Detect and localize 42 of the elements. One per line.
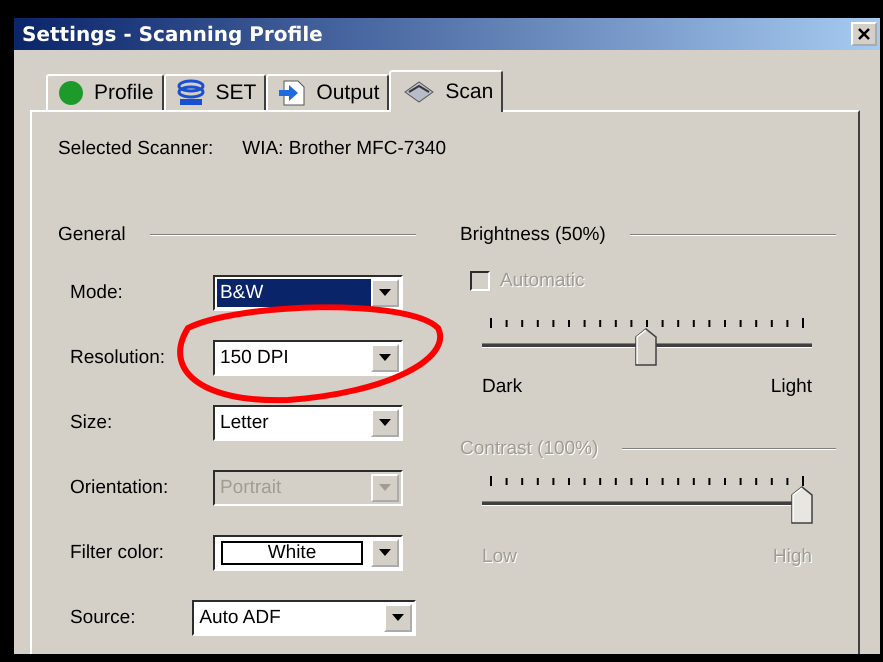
group-title: General xyxy=(58,224,126,246)
scanner-icon xyxy=(403,80,436,104)
dropdown[interactable]: White xyxy=(213,534,403,570)
field-label: Orientation: xyxy=(70,476,170,498)
caret-icon xyxy=(379,484,391,491)
caret-icon xyxy=(392,614,404,621)
close-icon xyxy=(857,27,871,41)
dropdown-value: B&W xyxy=(217,278,371,306)
dropdown[interactable]: Auto ADF xyxy=(192,600,416,636)
window-title: Settings - Scanning Profile xyxy=(22,22,323,46)
field-label: Size: xyxy=(70,412,114,434)
circle-icon xyxy=(58,80,84,106)
tab[interactable]: Scan xyxy=(389,70,504,112)
dropdown-value: 150 DPI xyxy=(219,346,290,370)
color-swatch: White xyxy=(221,540,363,564)
dropdown-value: Letter xyxy=(219,410,270,434)
slider[interactable] xyxy=(482,486,812,526)
field-label: Resolution: xyxy=(70,346,166,368)
rings-icon xyxy=(176,79,206,107)
tab[interactable]: Profile xyxy=(46,74,164,110)
scanner-label: Selected Scanner: xyxy=(58,138,214,160)
dropdown[interactable]: Letter xyxy=(213,404,403,440)
field-label: Source: xyxy=(70,606,136,628)
group-title: Brightness (50%) xyxy=(460,224,606,246)
close-button[interactable] xyxy=(851,22,877,46)
caret-icon xyxy=(379,549,391,556)
caret-icon xyxy=(379,419,391,426)
field-label: Mode: xyxy=(70,282,124,304)
slider-max-label: Light xyxy=(770,376,812,398)
dropdown[interactable]: B&W xyxy=(213,274,403,310)
tab[interactable]: Output xyxy=(266,74,390,110)
caret-icon xyxy=(379,289,391,296)
dropdown-value: Auto ADF xyxy=(198,606,282,630)
scanner-name: WIA: Brother MFC-7340 xyxy=(242,138,446,160)
slider-thumb[interactable] xyxy=(635,328,657,366)
field-label: Filter color: xyxy=(70,542,165,564)
slider[interactable] xyxy=(482,328,812,368)
slider-min-label: Dark xyxy=(482,376,522,398)
arrow-page-icon xyxy=(278,79,306,107)
caret-icon xyxy=(379,354,391,361)
tab[interactable]: SET xyxy=(164,74,266,110)
dropdown[interactable]: 150 DPI xyxy=(213,340,403,376)
